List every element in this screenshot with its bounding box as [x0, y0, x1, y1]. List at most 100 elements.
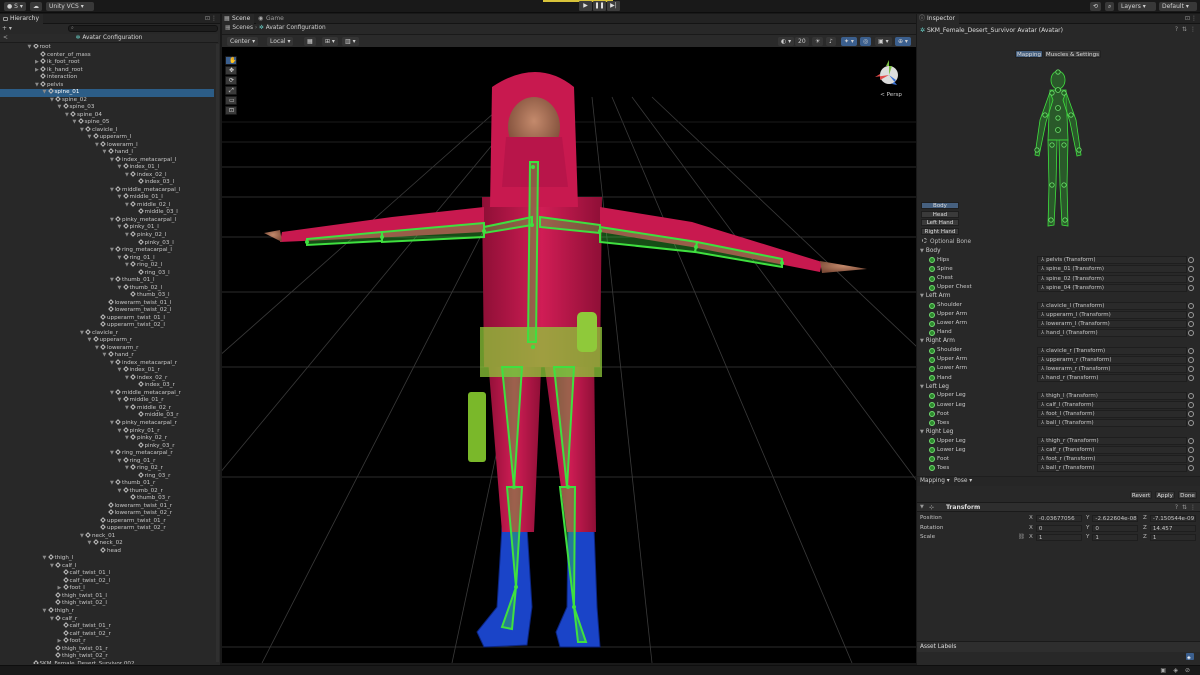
- hierarchy-item[interactable]: index_03_r: [0, 381, 214, 390]
- lighting-toggle[interactable]: ☀: [812, 37, 824, 46]
- hierarchy-item[interactable]: SKM_Female_Desert_Survivor 002: [0, 659, 214, 664]
- account-button[interactable]: ● S ▾: [4, 2, 26, 11]
- hierarchy-item[interactable]: ▼ middle_metacarpal_r: [0, 389, 214, 398]
- done-button[interactable]: Done: [1178, 491, 1197, 499]
- layout-dropdown[interactable]: Default ▾: [1159, 2, 1197, 11]
- bone-group-header[interactable]: ▼ Right Arm: [920, 337, 1190, 345]
- hierarchy-item[interactable]: calf_twist_01_l: [0, 569, 214, 578]
- transform-preset-icon[interactable]: ⇅: [1182, 504, 1187, 511]
- bone-mapped-icon[interactable]: [929, 302, 935, 309]
- transform-scale-y-field[interactable]: Y1: [1086, 533, 1139, 541]
- hierarchy-item[interactable]: ▼ middle_01_l: [0, 193, 214, 202]
- expand-arrow-icon[interactable]: ▼: [80, 330, 85, 338]
- hierarchy-item[interactable]: ▼ pinky_02_l: [0, 231, 214, 240]
- scale-tool-button[interactable]: ⤢: [225, 86, 237, 95]
- hierarchy-item[interactable]: ▼ middle_metacarpal_l: [0, 186, 214, 195]
- hierarchy-item[interactable]: ring_03_l: [0, 268, 214, 278]
- hierarchy-item[interactable]: calf_twist_02_r: [0, 629, 214, 639]
- object-picker-icon[interactable]: [1188, 402, 1194, 408]
- expand-arrow-icon[interactable]: ▼: [35, 82, 40, 90]
- bone-mapped-icon[interactable]: [929, 356, 935, 363]
- expand-arrow-icon[interactable]: ▼: [65, 112, 70, 120]
- cloud-button[interactable]: ☁: [30, 2, 42, 11]
- transform-scale-z-field[interactable]: Z1: [1143, 533, 1196, 541]
- bone-mapped-icon[interactable]: [929, 284, 935, 291]
- bone-transform-field[interactable]: ⅄ ball_l (Transform): [1037, 419, 1187, 428]
- progress-icon[interactable]: ◈: [1173, 667, 1178, 674]
- hierarchy-item[interactable]: head: [0, 546, 214, 556]
- hierarchy-item[interactable]: lowerarm_twist_02_r: [0, 509, 214, 518]
- bone-transform-field[interactable]: ⅄ upperarm_r (Transform): [1037, 355, 1187, 364]
- bone-transform-field[interactable]: ⅄ spine_01 (Transform): [1037, 265, 1187, 274]
- hierarchy-item[interactable]: index_03_l: [0, 178, 214, 187]
- hierarchy-item[interactable]: ▼ index_01_l: [0, 163, 214, 172]
- layers-dropdown[interactable]: Layers ▾: [1118, 2, 1156, 11]
- hierarchy-item[interactable]: ▼ lowerarm_r: [0, 343, 214, 353]
- pivot-center-dropdown[interactable]: Center ▾: [227, 37, 259, 46]
- transform-header[interactable]: ▼ ⊹ Transform ? ⇅ ⋮: [917, 502, 1200, 512]
- hierarchy-item[interactable]: lowerarm_twist_02_l: [0, 306, 214, 315]
- object-picker-icon[interactable]: [1188, 392, 1194, 399]
- bone-transform-field[interactable]: ⅄ hand_r (Transform): [1037, 374, 1187, 382]
- camera-dropdown[interactable]: ▣ ▾: [875, 37, 892, 46]
- bone-group-header[interactable]: ▼ Left Leg: [920, 383, 1190, 391]
- expand-arrow-icon[interactable]: ▼: [118, 224, 123, 232]
- expand-arrow-icon[interactable]: ▼: [103, 149, 108, 157]
- hierarchy-item[interactable]: ring_03_r: [0, 471, 214, 481]
- bone-transform-field[interactable]: ⅄ thigh_l (Transform): [1037, 391, 1187, 400]
- bone-transform-field[interactable]: ⅄ foot_r (Transform): [1037, 455, 1187, 464]
- hierarchy-item[interactable]: lowerarm_twist_01_r: [0, 501, 214, 511]
- expand-arrow-icon[interactable]: ▼: [88, 134, 93, 142]
- console-icon[interactable]: ▣: [1160, 667, 1166, 674]
- bone-group-header[interactable]: ▼ Right Leg: [920, 428, 1190, 436]
- effects-dropdown[interactable]: ✦ ▾: [841, 37, 857, 46]
- hierarchy-item[interactable]: ▶ foot_l: [0, 584, 214, 593]
- object-picker-icon[interactable]: [1188, 302, 1194, 309]
- hierarchy-item[interactable]: thigh_twist_01_r: [0, 644, 214, 654]
- bone-mapped-icon[interactable]: [929, 329, 935, 336]
- hierarchy-item[interactable]: ▼ ring_01_l: [0, 253, 214, 263]
- bone-mapped-icon[interactable]: [929, 320, 935, 327]
- perspective-label[interactable]: < Persp: [880, 92, 902, 98]
- bone-mapped-icon[interactable]: [929, 365, 935, 372]
- expand-arrow-icon[interactable]: ▼: [50, 616, 55, 624]
- hierarchy-item[interactable]: ▼ calf_r: [0, 614, 214, 624]
- hierarchy-item[interactable]: ▼ ring_metacarpal_r: [0, 449, 214, 458]
- hierarchy-item[interactable]: ▼ neck_02: [0, 539, 214, 548]
- constrain-proportions-icon[interactable]: ⛓: [1018, 534, 1025, 540]
- transform-rotation-z-field[interactable]: Z 14.457: [1143, 524, 1196, 532]
- breadcrumb-scenes[interactable]: Scenes: [232, 25, 253, 31]
- tab-inspector[interactable]: ⓘ Inspector: [917, 14, 959, 24]
- hierarchy-item[interactable]: ▼ hand_r: [0, 351, 214, 360]
- hierarchy-item[interactable]: ▼ pinky_02_r: [0, 434, 214, 443]
- help-icon[interactable]: ?: [1175, 26, 1178, 33]
- hierarchy-item[interactable]: ▼ upperarm_l: [0, 133, 214, 142]
- object-picker-icon[interactable]: [1188, 311, 1194, 318]
- transform-scale-x-field[interactable]: X1: [1029, 533, 1082, 541]
- hierarchy-item[interactable]: ▼ thumb_02_r: [0, 486, 214, 496]
- hierarchy-item[interactable]: ▼ index_01_r: [0, 366, 214, 375]
- body-part-button[interactable]: Left Hand: [921, 219, 959, 227]
- body-part-button[interactable]: Right Hand: [921, 227, 959, 235]
- transform-position-x-field[interactable]: X -0.03677056: [1029, 514, 1082, 522]
- bone-transform-field[interactable]: ⅄ lowerarm_l (Transform): [1037, 319, 1187, 328]
- hierarchy-item[interactable]: ▼ ring_02_l: [0, 261, 214, 270]
- step-button[interactable]: ▶|: [607, 1, 620, 11]
- hierarchy-item[interactable]: middle_03_r: [0, 411, 214, 420]
- bone-transform-field[interactable]: ⅄ lowerarm_r (Transform): [1037, 364, 1187, 373]
- context-menu-icon[interactable]: ⋮: [1190, 26, 1196, 33]
- hierarchy-item[interactable]: ▼ thigh_l: [0, 554, 214, 563]
- transform-help-icon[interactable]: ?: [1175, 504, 1178, 511]
- hierarchy-item[interactable]: ▼ spine_03: [0, 103, 214, 112]
- bone-transform-field[interactable]: ⅄ clavicle_r (Transform): [1037, 346, 1187, 355]
- bone-mapped-icon[interactable]: [929, 347, 935, 354]
- expand-arrow-icon[interactable]: ▼: [118, 255, 123, 263]
- rotate-tool-button[interactable]: ⟳: [225, 76, 237, 85]
- hierarchy-item[interactable]: ▼ middle_02_l: [0, 201, 214, 210]
- expand-arrow-icon[interactable]: ▼: [118, 488, 123, 496]
- bone-mapped-icon[interactable]: [929, 375, 935, 381]
- bone-transform-field[interactable]: ⅄ clavicle_l (Transform): [1037, 301, 1187, 310]
- hierarchy-item[interactable]: ▼ index_02_l: [0, 170, 214, 180]
- hierarchy-item[interactable]: thigh_twist_01_l: [0, 592, 214, 601]
- hierarchy-item[interactable]: ▼ neck_01: [0, 531, 214, 541]
